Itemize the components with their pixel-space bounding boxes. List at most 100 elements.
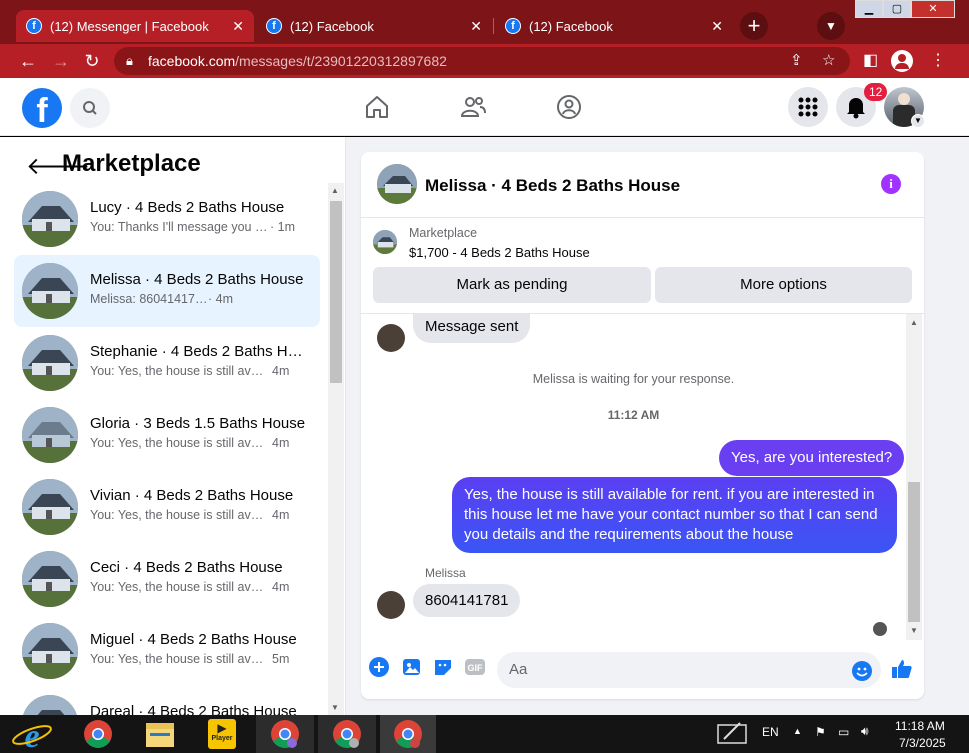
menu-grid-button[interactable] (788, 87, 828, 127)
sender-avatar[interactable] (377, 324, 405, 352)
show-hidden-icons-chevron-icon[interactable]: ▲ (793, 726, 802, 736)
listing-thumbnail (22, 407, 78, 463)
lock-icon: 🔒︎ (126, 53, 133, 68)
maximize-window-button[interactable]: ▢ (883, 0, 911, 18)
close-window-button[interactable]: ✕ (911, 0, 955, 18)
conversation-item[interactable]: Stephanie · 4 Beds 2 Baths House You: Yes… (14, 327, 320, 399)
browser-tab-messenger[interactable]: f (12) Messenger | Facebook ✕ (16, 10, 254, 42)
listing-price-title[interactable]: $1,700 - 4 Beds 2 Baths House (409, 245, 590, 260)
conversation-item[interactable]: Melissa · 4 Beds 2 Baths House Melissa: 8… (14, 255, 320, 327)
marketplace-listing-bar: Marketplace $1,700 - 4 Beds 2 Baths Hous… (361, 218, 924, 314)
sticker-icon[interactable] (432, 656, 454, 678)
conversation-item[interactable]: Ceci · 4 Beds 2 Baths House You: Yes, the… (14, 543, 320, 615)
panel-title: Marketplace (62, 150, 201, 177)
emoji-icon[interactable] (851, 660, 873, 682)
message-thread: Message sent Melissa is waiting for your… (361, 314, 924, 640)
chrome-window-taskbar-button[interactable] (318, 715, 376, 753)
bookmark-star-icon[interactable]: ☆ (822, 47, 835, 75)
action-center-flag-icon[interactable]: ⚑ (815, 725, 826, 739)
profile-icon[interactable] (891, 50, 913, 72)
search-icon (83, 101, 97, 115)
photo-icon[interactable] (400, 656, 422, 678)
tab-title: (12) Facebook (529, 18, 613, 34)
conversation-item[interactable]: Vivian · 4 Beds 2 Baths House You: Yes, t… (14, 471, 320, 543)
conversation-list-scrollbar[interactable]: ▲ ▼ (328, 183, 344, 715)
grid-menu-icon (798, 97, 818, 117)
friends-icon[interactable] (459, 93, 487, 121)
message-timestamp: 11:12 AM (607, 408, 660, 422)
groups-icon[interactable] (555, 93, 583, 121)
incoming-message[interactable]: Message sent (413, 314, 531, 343)
marketplace-conversations-panel: 🡐 Marketplace Lucy · 4 Beds 2 Baths Hous… (0, 137, 346, 715)
message-sender-name: Melissa (425, 566, 466, 580)
svg-text:e: e (24, 718, 39, 753)
home-icon[interactable] (363, 93, 391, 121)
listing-avatar[interactable] (377, 164, 417, 204)
conversation-preview: Melissa: 8604141781 (90, 292, 208, 306)
conversation-name: Ceci · 4 Beds 2 Baths House (90, 559, 283, 576)
notification-count-badge: 12 (864, 83, 888, 101)
conversation-preview: You: Yes, the house is still available f… (90, 436, 268, 450)
share-icon[interactable]: ⇪ (790, 47, 803, 75)
info-icon[interactable]: i (881, 174, 901, 194)
conversation-time: 4m (272, 580, 290, 594)
network-icon[interactable]: ▭ (838, 725, 849, 739)
side-panel-icon[interactable]: ◧ (863, 49, 878, 73)
conversation-time: 4m (272, 508, 290, 522)
address-bar[interactable]: 🔒︎ facebook.com/messages/t/2390122031289… (114, 47, 850, 75)
close-tab-icon[interactable]: ✕ (232, 18, 244, 35)
chrome-active-taskbar-button[interactable] (380, 715, 436, 753)
outgoing-message[interactable]: Yes, are you interested? (719, 440, 905, 476)
conversation-time: 5m (272, 652, 290, 666)
reload-icon[interactable]: ↻ (80, 49, 104, 73)
like-thumbs-up-icon[interactable] (890, 657, 914, 681)
browser-tab-facebook-2[interactable]: f (12) Facebook ✕ (495, 10, 733, 42)
search-button[interactable] (70, 88, 110, 128)
account-chevron-down-icon[interactable]: ▼ (911, 114, 925, 128)
chrome-profile-icon (271, 720, 299, 748)
conversation-time: 4m (272, 364, 290, 378)
plus-circle-icon[interactable] (368, 656, 390, 678)
input-language[interactable]: EN (762, 725, 779, 739)
listing-thumbnail (22, 335, 78, 391)
folder-icon (146, 723, 174, 747)
facebook-logo-icon[interactable]: f (22, 88, 62, 128)
incoming-message[interactable]: 8604141781 (413, 584, 521, 617)
chrome-window-taskbar-button[interactable] (256, 715, 314, 753)
more-options-button[interactable]: More options (655, 267, 912, 303)
start-ie-button[interactable]: e (8, 715, 56, 753)
clock-date[interactable]: 7/3/2025 (899, 736, 946, 750)
tab-search-chevron-icon[interactable]: ▼ (817, 12, 845, 40)
mark-as-pending-button[interactable]: Mark as pending (373, 267, 651, 303)
file-explorer-button[interactable] (140, 715, 180, 753)
volume-icon[interactable]: 🔊︎ (861, 724, 869, 739)
waiting-notice: Melissa is waiting for your response. (532, 372, 735, 386)
tab-title: (12) Facebook (290, 18, 374, 34)
clock-time[interactable]: 11:18 AM (895, 719, 945, 733)
gif-icon[interactable]: GIF (464, 656, 486, 678)
close-tab-icon[interactable]: ✕ (470, 18, 482, 35)
forward-arrow-icon[interactable]: → (49, 49, 73, 73)
new-tab-button[interactable]: + (740, 12, 768, 40)
close-tab-icon[interactable]: ✕ (711, 18, 723, 35)
conversation-item[interactable]: Gloria · 3 Beds 1.5 Baths House You: Yes,… (14, 399, 320, 471)
conversation-item[interactable]: Lucy · 4 Beds 2 Baths House You: Thanks I… (14, 183, 320, 255)
chrome-menu-icon[interactable]: ⋮ (930, 49, 946, 73)
chrome-profile-icon (333, 720, 361, 748)
chrome-taskbar-button[interactable] (76, 715, 120, 753)
player-app-button[interactable]: ▶ Player (205, 715, 239, 753)
conversation-name: Lucy · 4 Beds 2 Baths House (90, 199, 285, 216)
facebook-favicon-icon: f (505, 18, 521, 34)
browser-tab-facebook-1[interactable]: f (12) Facebook ✕ (256, 10, 492, 42)
url-path: /messages/t/23901220312897682 (235, 53, 447, 69)
message-thread-scrollbar[interactable]: ▲ ▼ (906, 314, 922, 640)
conversation-item[interactable]: Dareal · 4 Beds 2 Baths House (14, 687, 320, 715)
back-arrow-icon[interactable]: ← (16, 49, 40, 73)
minimize-window-button[interactable]: ▁ (855, 0, 883, 18)
outgoing-message[interactable]: Yes, the house is still available for re… (452, 477, 897, 553)
listing-thumbnail[interactable] (373, 230, 397, 254)
pen-tablet-icon[interactable] (716, 719, 748, 750)
conversation-item[interactable]: Miguel · 4 Beds 2 Baths House You: Yes, t… (14, 615, 320, 687)
message-input[interactable]: Aa (497, 652, 881, 688)
sender-avatar[interactable] (377, 591, 405, 619)
